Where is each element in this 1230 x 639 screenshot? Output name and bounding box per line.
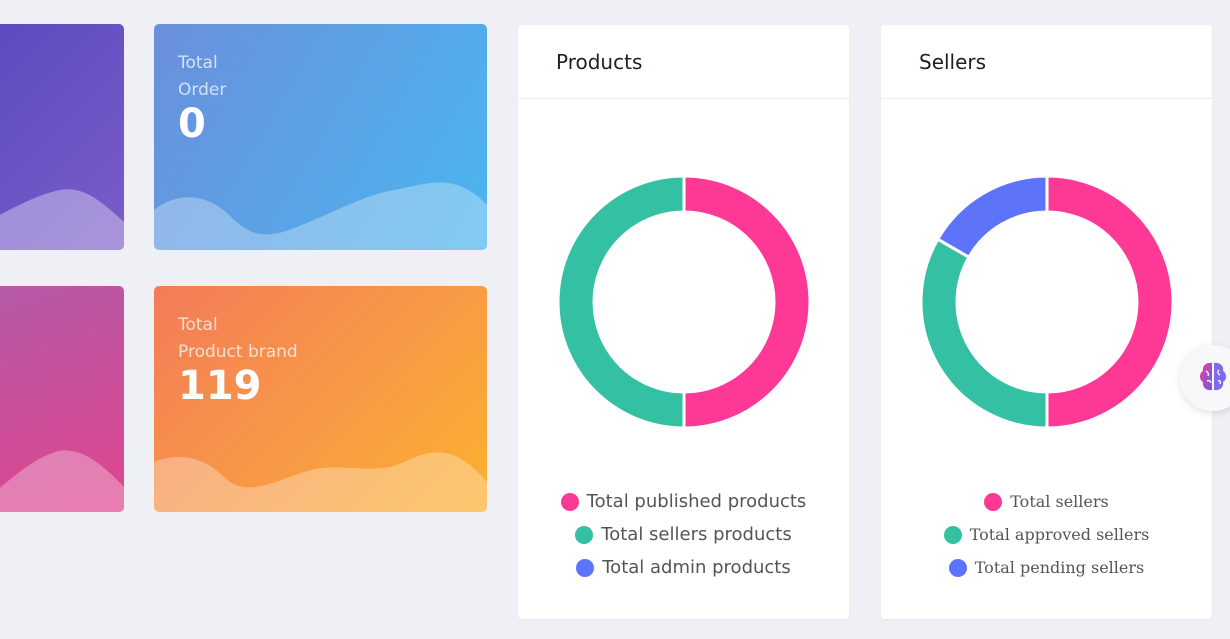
legend-label: Total sellers [1010, 492, 1109, 511]
legend-dot [575, 525, 594, 544]
legend-label: Total approved sellers [969, 525, 1150, 544]
legend-item[interactable]: Total admin products [518, 551, 849, 584]
brain-icon [1200, 362, 1226, 391]
stat-card-partial-top [0, 24, 124, 250]
donut-slice-total-sellers-products[interactable] [558, 175, 686, 429]
legend-item[interactable]: Total pending sellers [881, 551, 1212, 584]
sellers-legend: Total sellers Total approved sellers Tot… [881, 485, 1212, 584]
legend-dot [560, 492, 579, 511]
legend-label: Total pending sellers [974, 558, 1145, 577]
legend-dot [943, 525, 962, 544]
stat-value: 0 [178, 101, 206, 147]
stat-label: Total Order [178, 53, 227, 100]
stat-label: Total Product brand [178, 315, 298, 362]
wave-decoration [154, 182, 487, 250]
legend-item[interactable]: Total sellers products [518, 518, 849, 551]
legend-label: Total admin products [602, 557, 791, 578]
wave-decoration [154, 452, 487, 512]
legend-dot [948, 558, 967, 577]
legend-dot [984, 492, 1003, 511]
legend-item[interactable]: Total published products [518, 485, 849, 518]
legend-label: Total sellers products [601, 524, 792, 545]
legend-label: Total published products [586, 491, 807, 512]
sellers-panel: Sellers Total sellers Total approved sel… [881, 25, 1212, 619]
donut-slice-total-sellers[interactable] [1045, 175, 1173, 429]
sellers-donut-chart [921, 175, 1173, 429]
stat-card-total-product-brand[interactable]: Total Product brand 119 [154, 286, 487, 512]
donut-slice-total-approved-sellers[interactable] [921, 237, 1049, 429]
stat-card-partial-bottom [0, 286, 124, 512]
donut-slice-total-pending-sellers[interactable] [935, 175, 1049, 260]
wave-decoration [0, 189, 124, 250]
legend-item[interactable]: Total sellers [881, 485, 1212, 518]
products-legend: Total published products Total sellers p… [518, 485, 849, 584]
panel-title: Products [518, 25, 849, 99]
legend-dot [576, 558, 595, 577]
products-panel: Products Total published products Total … [518, 25, 849, 619]
wave-decoration [0, 450, 124, 512]
stat-card-total-order[interactable]: Total Order 0 [154, 24, 487, 250]
donut-slice-total-published-products[interactable] [682, 175, 810, 429]
products-donut-chart [558, 175, 810, 429]
stat-value: 119 [178, 363, 262, 409]
panel-title: Sellers [881, 25, 1212, 99]
legend-item[interactable]: Total approved sellers [881, 518, 1212, 551]
